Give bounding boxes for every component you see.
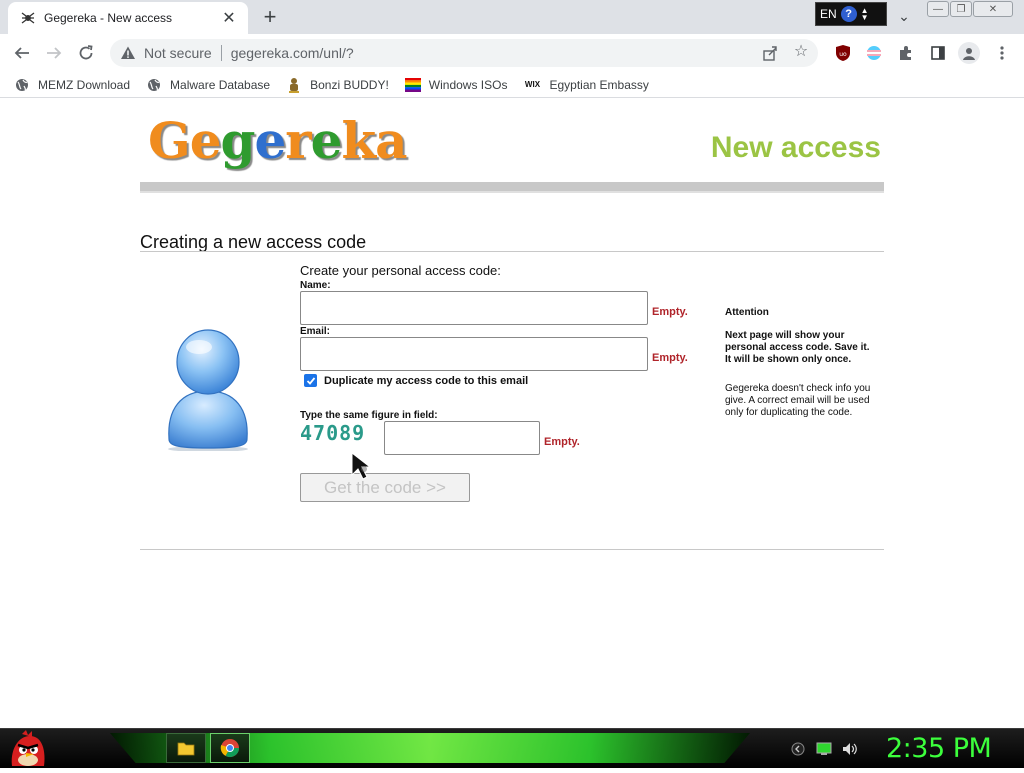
bookmark-label: MEMZ Download	[38, 77, 131, 92]
get-code-button[interactable]: Get the code >>	[300, 473, 470, 502]
name-input[interactable]	[300, 291, 648, 325]
forward-arrow-icon[interactable]	[42, 41, 66, 65]
window-close-button[interactable]: ✕	[973, 1, 1013, 17]
profile-avatar-icon[interactable]	[958, 42, 980, 64]
extensions-puzzle-icon[interactable]	[896, 43, 916, 63]
bookmark-windows-isos[interactable]: Windows ISOs	[404, 77, 508, 93]
form-intro: Create your personal access code:	[300, 263, 501, 278]
section-divider	[140, 251, 884, 252]
restore-button[interactable]: ❐	[950, 1, 972, 17]
email-empty-status: Empty.	[652, 352, 688, 364]
attention-title: Attention	[725, 307, 769, 318]
bookmark-egyptian-embassy[interactable]: WIX Egyptian Embassy	[523, 77, 649, 93]
taskbar-glow	[110, 733, 750, 763]
bookmark-label: Malware Database	[170, 77, 271, 92]
browser-toolbar: Not secure gegereka.com/unl/? ☆ uo	[0, 34, 1024, 72]
bookmark-label: Windows ISOs	[428, 77, 508, 92]
window-controls: — ❐ ✕	[927, 1, 1013, 17]
system-tray	[790, 741, 858, 757]
share-icon[interactable]	[762, 45, 778, 61]
email-label: Email:	[300, 326, 331, 337]
attention-warning: Next page will show your personal access…	[725, 330, 870, 365]
page-content: Gegereka New access Creating a new acces…	[0, 99, 1024, 728]
spider-favicon-icon	[20, 10, 36, 26]
security-status[interactable]: Not secure	[144, 45, 212, 61]
side-panel-icon[interactable]	[928, 43, 948, 63]
bookmark-star-icon[interactable]: ☆	[792, 43, 810, 61]
duplicate-checkbox[interactable]	[304, 374, 317, 387]
bookmark-memz-download[interactable]: MEMZ Download	[14, 77, 130, 93]
warning-triangle-icon[interactable]	[120, 45, 136, 61]
user-avatar-icon	[163, 329, 253, 452]
attention-info: Gegereka doesn't check info you give. A …	[725, 383, 871, 418]
svg-text:uo: uo	[839, 51, 847, 58]
footer-divider	[140, 549, 884, 550]
address-separator	[220, 45, 222, 61]
url-text[interactable]: gegereka.com/unl/?	[231, 45, 354, 61]
tab-strip: Gegereka - New access ✕ + EN ? ▲ ▼ ⌄ — ❐ …	[0, 0, 1024, 34]
angry-bird-start-icon[interactable]	[8, 730, 48, 768]
email-input[interactable]	[300, 337, 648, 371]
volume-speaker-icon[interactable]	[842, 741, 858, 757]
captcha-label: Type the same figure in field:	[300, 410, 438, 421]
tray-back-icon[interactable]	[790, 741, 806, 757]
duplicate-label: Duplicate my access code to this email	[324, 374, 529, 387]
bookmark-malware-database[interactable]: Malware Database	[146, 77, 270, 93]
globe-icon	[146, 77, 162, 93]
bookmarks-bar: MEMZ Download Malware Database Bonzi BUD…	[0, 72, 1024, 98]
tab-close-icon[interactable]: ✕	[220, 9, 238, 27]
language-bar-options-icon[interactable]: ▲ ▼	[861, 7, 869, 22]
taskbar-chrome-button[interactable]	[210, 733, 250, 763]
browser-tab[interactable]: Gegereka - New access ✕	[8, 2, 248, 34]
bonzi-icon	[286, 77, 302, 93]
language-bar[interactable]: EN ? ▲ ▼	[815, 2, 887, 26]
bookmark-label: Bonzi BUDDY!	[310, 77, 389, 92]
reload-icon[interactable]	[74, 41, 98, 65]
mouse-cursor-icon	[350, 451, 380, 481]
tab-title: Gegereka - New access	[44, 11, 173, 25]
rainbow-flag-icon	[404, 77, 421, 93]
gegereka-logo[interactable]: Gegereka	[148, 111, 408, 170]
globe-icon	[14, 77, 30, 93]
section-title: Creating a new access code	[140, 232, 367, 252]
new-tab-button[interactable]: +	[258, 6, 282, 30]
header-divider-bar	[140, 182, 884, 193]
header-title: New access	[710, 131, 881, 164]
taskbar-clock[interactable]: 2:35 PM	[886, 733, 992, 764]
back-arrow-icon[interactable]	[10, 41, 34, 65]
language-indicator[interactable]: EN	[820, 7, 837, 21]
duplicate-email-option[interactable]: Duplicate my access code to this email	[304, 374, 528, 387]
address-bar[interactable]: Not secure gegereka.com/unl/? ☆	[110, 39, 818, 67]
pride-flag-extension-icon[interactable]	[864, 43, 884, 63]
captcha-input[interactable]	[384, 421, 540, 455]
name-label: Name:	[300, 280, 331, 291]
browser-menu-icon[interactable]	[992, 43, 1012, 63]
attention-notice: Attention Next page will show your perso…	[725, 307, 875, 419]
bookmark-bonzi-buddy[interactable]: Bonzi BUDDY!	[286, 77, 389, 93]
help-icon[interactable]: ?	[840, 6, 857, 22]
bookmark-label: Egyptian Embassy	[549, 77, 649, 92]
minimize-button[interactable]: —	[927, 1, 949, 17]
ublock-origin-icon[interactable]: uo	[833, 43, 853, 63]
captcha-empty-status: Empty.	[544, 436, 580, 448]
name-empty-status: Empty.	[652, 306, 688, 318]
wix-icon: WIX	[524, 80, 541, 89]
captcha-image: 47089	[300, 421, 366, 445]
tab-search-chevron-icon[interactable]: ⌄	[895, 8, 913, 26]
taskbar-file-explorer-button[interactable]	[166, 733, 206, 763]
network-monitor-icon[interactable]	[816, 741, 832, 757]
taskbar: 2:35 PM	[0, 728, 1024, 768]
